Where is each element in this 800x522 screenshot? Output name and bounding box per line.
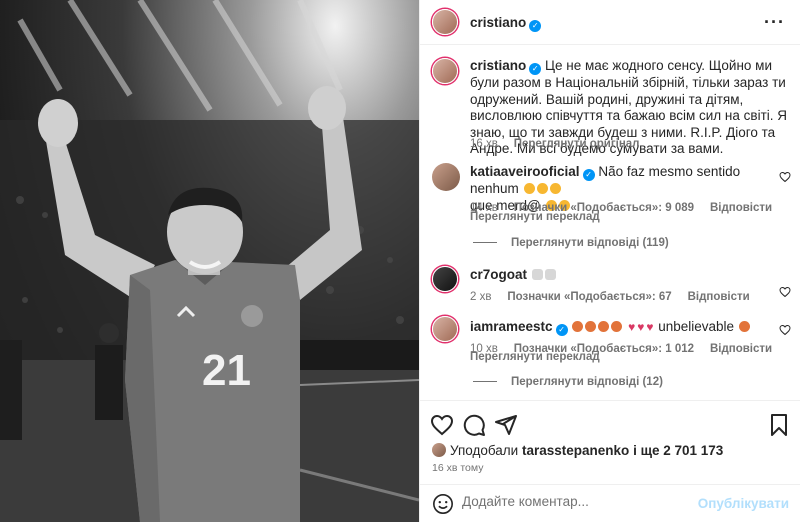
angry-emoji-icon	[585, 321, 597, 332]
verified-badge-icon: ✓	[582, 169, 595, 181]
post-side-panel: cristiano ✓ ··· cristiano ✓ Це не має жодн…	[419, 0, 800, 522]
grimace-emoji-icon	[549, 183, 561, 194]
commenter-avatar[interactable]	[432, 163, 460, 191]
translate-link[interactable]: Переглянути переклад	[470, 211, 600, 223]
post-time-ago: 16 хв тому	[432, 462, 484, 474]
broken-heart-emoji-icon: ♥	[637, 320, 645, 334]
author-name-wrap: cristiano ✓	[470, 14, 542, 32]
comment-time: 2 хв	[470, 291, 492, 303]
comment-icon[interactable]	[462, 413, 486, 437]
photo-illustration: 21	[0, 0, 419, 522]
verified-badge-icon: ✓	[529, 20, 542, 32]
translate-link[interactable]: Переглянути переклад	[470, 351, 600, 363]
share-icon[interactable]	[494, 413, 518, 437]
view-replies-link[interactable]: Переглянути відповіді (119)	[473, 237, 669, 249]
grimace-emoji-icon	[536, 183, 548, 194]
reply-link[interactable]: Відповісти	[710, 343, 772, 355]
heart-icon[interactable]	[430, 413, 454, 437]
likes-count[interactable]: і ще 2 701 173	[633, 443, 723, 458]
verified-badge-icon: ✓	[555, 324, 568, 336]
post-header: cristiano ✓ ···	[420, 0, 800, 45]
view-replies-link[interactable]: Переглянути відповіді (12)	[473, 376, 663, 388]
commenter-avatar[interactable]	[432, 266, 458, 292]
commenter-avatar[interactable]	[432, 316, 458, 342]
more-options-icon[interactable]: ···	[764, 12, 785, 33]
see-original-link[interactable]: Переглянути оригінал	[514, 138, 640, 150]
comment-body: cr7ogoat	[470, 267, 775, 284]
comment-heart-icon[interactable]	[779, 324, 791, 336]
caption-avatar[interactable]	[432, 58, 458, 84]
jersey-number: 21	[202, 346, 251, 395]
likes-summary: Уподобали tarasstepanenko і ще 2 701 173	[432, 443, 723, 458]
broken-heart-emoji-icon: ♥	[646, 320, 654, 334]
comment-body: iamrameestc ✓ ♥ ♥ ♥ unbelievable	[470, 319, 775, 336]
grimace-emoji-icon	[523, 183, 535, 194]
comment-meta: 2 хв Позначки «Подобається»: 67 Відповіс…	[470, 287, 750, 303]
caption-meta: 16 хв Переглянути оригінал	[470, 134, 639, 150]
angry-emoji-icon	[738, 321, 750, 332]
angry-emoji-icon	[572, 321, 584, 332]
caption-username[interactable]: cristiano	[470, 58, 526, 73]
comment-text: unbelievable	[658, 319, 735, 334]
liker-username[interactable]: tarasstepanenko	[522, 443, 629, 458]
clapping-emoji-icon	[544, 269, 556, 280]
comment-username[interactable]: cr7ogoat	[470, 267, 527, 282]
comment-heart-icon[interactable]	[779, 171, 791, 183]
caption-time: 16 хв	[470, 138, 498, 150]
author-username[interactable]: cristiano	[470, 15, 526, 30]
post-photo[interactable]: 21	[0, 0, 419, 522]
angry-emoji-icon	[611, 321, 623, 332]
angry-emoji-icon	[598, 321, 610, 332]
post-comment-button[interactable]: Опублікувати	[698, 496, 789, 511]
verified-badge-icon: ✓	[529, 63, 542, 75]
comment-username[interactable]: iamrameestc	[470, 319, 553, 334]
comment-username[interactable]: katiaaveirooficial	[470, 164, 580, 179]
clapping-emoji-icon	[531, 269, 543, 280]
reply-link[interactable]: Відповісти	[710, 202, 772, 214]
author-avatar[interactable]	[432, 9, 458, 35]
comment-likes[interactable]: Позначки «Подобається»: 67	[507, 291, 671, 303]
emoji-icon[interactable]	[432, 493, 454, 515]
reply-link[interactable]: Відповісти	[688, 291, 750, 303]
comment-composer: Опублікувати	[420, 484, 800, 522]
bookmark-icon[interactable]	[767, 413, 791, 437]
liker-avatar[interactable]	[432, 443, 446, 457]
broken-heart-emoji-icon: ♥	[628, 320, 636, 334]
comment-heart-icon[interactable]	[779, 286, 791, 298]
comment-input[interactable]	[462, 494, 712, 509]
likes-prefix: Уподобали	[450, 443, 519, 458]
